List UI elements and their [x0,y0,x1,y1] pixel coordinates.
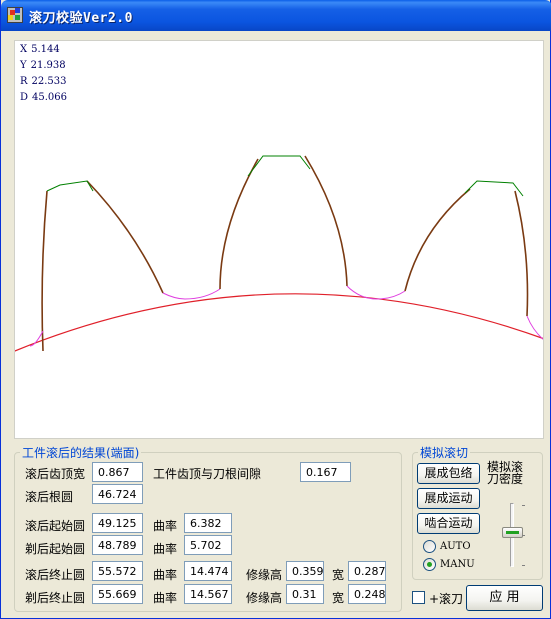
tooth-1 [29,180,221,352]
main-window: 滚刀校验Ver2.0 X 5.144 Y 21.938 R 22.533 D 45.06… [0,0,551,619]
gear-profile-plot [15,155,543,352]
shave-start-label: 剃后起始圆 [25,542,86,556]
hob-end-curv-label: 曲率 [153,568,178,582]
envelope-button[interactable]: 展成包络 [417,463,480,484]
drawing-canvas[interactable]: X 5.144 Y 21.938 R 22.533 D 45.066 [14,40,544,439]
hob-start-field[interactable]: 49.125 [92,513,143,533]
clearance-field[interactable]: 0.167 [300,462,351,482]
hob-end-mod-label: 修缘高 [246,568,283,582]
root-circle-label: 滚后根圆 [25,490,74,504]
hob-start-label: 滚后起始圆 [25,519,86,533]
tooth-2-right-flank [304,155,348,287]
app-icon[interactable] [7,7,23,23]
density-slider-thumb[interactable] [502,526,523,538]
shave-start-field[interactable]: 48.789 [92,535,143,555]
plus-hob-checkbox[interactable] [412,591,425,604]
shave-end-curv-label: 曲率 [153,591,178,605]
tooth-1-tip [46,180,94,192]
shave-end-field[interactable]: 55.669 [92,584,143,604]
tooth-3-left-flank [404,188,471,292]
tooth-2-left-flank [219,158,259,290]
radio-auto-label: AUTO [440,541,471,552]
tooth-1-right-flank [86,180,164,294]
shave-start-curv-field[interactable]: 5.702 [184,535,232,555]
shave-end-width-label: 宽 [332,591,345,605]
tooth-1-left-flank [41,190,48,352]
results-legend: 工件滚后的结果(端面) [22,446,140,460]
tooth-3-tip [464,180,524,197]
root-circle-field[interactable]: 46.724 [92,484,143,504]
apply-button[interactable]: 应 用 [466,585,543,611]
tooth-2 [219,155,406,300]
hob-start-curv-label: 曲率 [153,519,178,533]
simulation-legend: 模拟滚切 [420,446,469,460]
radio-manu[interactable] [423,558,436,571]
hob-end-width-field[interactable]: 0.287 [348,561,386,581]
shave-end-width-field[interactable]: 0.248 [348,584,386,604]
tooth-1-fillet-right [162,288,221,300]
hob-end-width-label: 宽 [332,568,345,582]
slider-tick [522,535,525,536]
shave-end-curv-field[interactable]: 14.567 [184,584,232,604]
slider-tick [522,565,525,566]
motion-button[interactable]: 展成运动 [417,488,480,509]
plus-hob-label: +滚刀 [429,592,464,606]
shave-end-label: 剃后终止圆 [25,591,86,605]
shave-end-mod-label: 修缘高 [246,591,283,605]
tooth-3-fillet-right [526,315,543,340]
hob-start-curv-field[interactable]: 6.382 [184,513,232,533]
shave-start-curv-label: 曲率 [153,542,178,556]
mesh-button[interactable]: 啮合运动 [417,513,480,534]
radio-manu-label: MANU [440,559,475,570]
tip-width-label: 滚后齿顶宽 [25,467,86,481]
title-bar[interactable]: 滚刀校验Ver2.0 [1,0,551,31]
tip-width-field[interactable]: 0.867 [92,462,143,482]
clearance-label: 工件齿顶与刀根间隙 [153,467,262,481]
radio-auto[interactable] [423,540,436,553]
density-label: 模拟滚 刀密度 [487,460,524,486]
shave-end-mod-field[interactable]: 0.31 [286,584,324,604]
hob-end-field[interactable]: 55.572 [92,561,143,581]
hob-end-curv-field[interactable]: 14.474 [184,561,232,581]
root-circle [15,293,543,352]
hob-end-label: 滚后终止圆 [25,568,86,582]
slider-tick [522,505,525,506]
hob-end-mod-field[interactable]: 0.359 [286,561,324,581]
tooth-3-right-flank [514,190,529,317]
window-title: 滚刀校验Ver2.0 [29,11,133,26]
